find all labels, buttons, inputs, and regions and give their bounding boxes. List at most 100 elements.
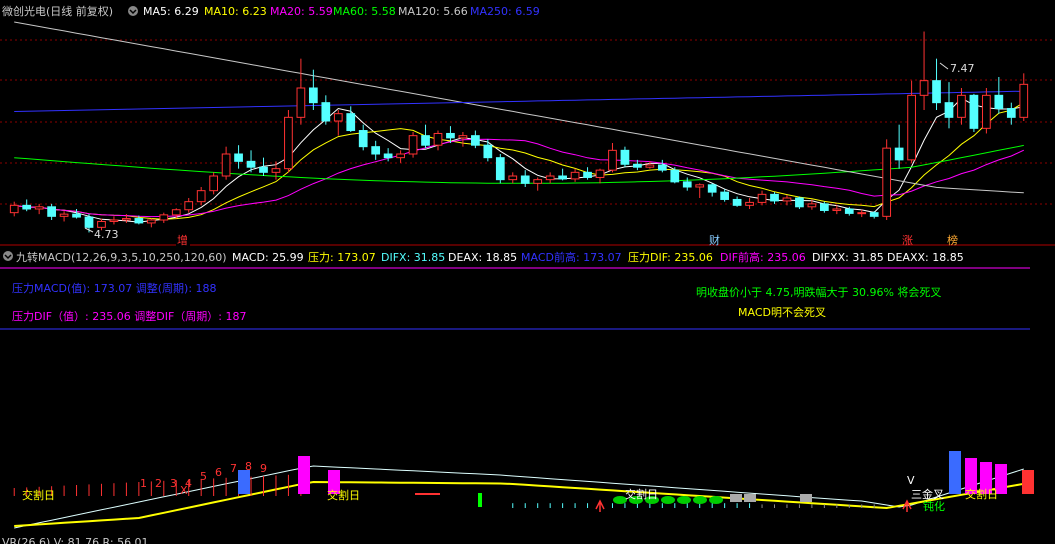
- candle: [159, 212, 169, 223]
- count-digit: 9: [260, 462, 267, 475]
- candle: [795, 196, 804, 209]
- signal-dot: [709, 496, 723, 504]
- candle: [72, 209, 81, 219]
- signal-dot: [677, 496, 691, 504]
- candle: [745, 198, 754, 209]
- candle: [47, 203, 56, 220]
- signal-jiaogeri-1: 交割日: [22, 488, 55, 502]
- candle: [944, 82, 954, 129]
- ma20-label: MA20: 5.59: [270, 5, 333, 18]
- event-tag-bang[interactable]: 榜: [947, 233, 958, 247]
- candle: [994, 77, 1004, 114]
- up-arrow-icon: [595, 499, 605, 512]
- indicator-dropdown-icon[interactable]: [3, 251, 13, 261]
- candle: [321, 95, 331, 125]
- candle: [732, 196, 742, 207]
- candle: [982, 88, 991, 134]
- candle: [695, 183, 705, 198]
- ma250-label: MA250: 6.59: [470, 5, 540, 18]
- ma250-line: [14, 90, 1024, 112]
- note-death-cross: 明收盘价小于 4.75,明跌幅大于 30.96% 将会死叉: [696, 285, 941, 299]
- candle: [508, 172, 518, 184]
- stock-title: 微创光电(日线 前复权): [2, 4, 113, 18]
- candle: [495, 154, 505, 184]
- candle: [358, 124, 368, 151]
- note-macd-no-cross: MACD明不会死叉: [738, 306, 826, 319]
- candle: [682, 177, 692, 191]
- candle: [932, 58, 941, 110]
- candle: [421, 124, 430, 149]
- candle: [259, 157, 268, 176]
- signal-dot: [693, 496, 707, 504]
- indicator-yali-dif: 压力DIF: 235.06: [628, 251, 713, 264]
- candle: [371, 140, 381, 160]
- candles: [9, 31, 1029, 233]
- count-digit: 2: [155, 477, 162, 490]
- signal-dunhua: 钝化: [923, 499, 945, 513]
- candle: [608, 143, 617, 173]
- dropdown-icon[interactable]: [128, 6, 138, 16]
- candle: [882, 139, 892, 220]
- signal-jiaogeri-2: 交割日: [327, 488, 360, 502]
- note-dif-pressure: 压力DIF（值）: 235.06 调整DIF（周期）: 187: [12, 309, 246, 323]
- ma5-label: MA5: 6.29: [143, 5, 199, 18]
- candle: [396, 150, 405, 163]
- macd-column: [949, 451, 961, 494]
- macd-pane: [13, 451, 1034, 529]
- candle: [284, 110, 293, 173]
- candle: [620, 146, 630, 168]
- candle: [919, 31, 929, 110]
- candle: [483, 139, 493, 162]
- candle: [1006, 102, 1016, 125]
- ma20-line: [14, 138, 1025, 218]
- event-tag-zeng[interactable]: 增: [177, 233, 188, 247]
- gray-block: [730, 494, 742, 502]
- signal-v: V: [907, 474, 915, 487]
- count-digit: 3: [170, 477, 177, 490]
- candle: [720, 189, 730, 202]
- indicator-dif-qiangao: DIF前高: 235.06: [720, 250, 806, 264]
- event-tag-zhang[interactable]: 涨: [902, 234, 913, 247]
- dif-line: [14, 465, 1024, 529]
- signal-jiaogeri-3: 交割日: [625, 487, 658, 501]
- indicator-macd-qiangao: MACD前高: 173.07: [521, 250, 622, 264]
- event-tag-cai[interactable]: 财: [709, 233, 720, 247]
- candle: [171, 208, 181, 219]
- candle: [34, 203, 44, 215]
- candle: [894, 124, 904, 169]
- candle: [782, 195, 792, 206]
- candle: [957, 88, 966, 125]
- candle: [520, 170, 530, 187]
- macd-column: [298, 456, 310, 494]
- indicator-name: 九转MACD(12,26,9,3,5,10,250,120,60): [16, 250, 227, 264]
- macd-column: [238, 470, 250, 494]
- note-macd-pressure: 压力MACD(值): 173.07 调整(周期): 188: [12, 281, 217, 295]
- indicator-difx: DIFX: 31.85: [381, 251, 445, 264]
- candle: [196, 187, 206, 206]
- ma120-line: [14, 21, 1024, 194]
- ma10-label: MA10: 6.23: [204, 5, 267, 18]
- count-digit: 1: [140, 477, 147, 490]
- signal-jiaogeri-4: 交割日: [965, 487, 998, 501]
- candle: [59, 211, 69, 222]
- indicator-deax: DEAX: 18.85: [448, 251, 517, 264]
- green-bar: [478, 493, 482, 507]
- candle: [969, 93, 979, 132]
- macd-column: [1022, 470, 1034, 494]
- high-marker: 7.47: [950, 62, 975, 75]
- bottom-indicator: VR(26,6) V: 81.76 R: 56.01: [2, 536, 149, 544]
- count-digit: 7: [230, 462, 237, 475]
- indicator-difxx: DIFXX: 31.85: [812, 251, 884, 264]
- candle: [146, 218, 156, 228]
- candle: [545, 172, 555, 184]
- candle: [22, 199, 32, 212]
- indicator-deaxx: DEAXX: 18.85: [887, 251, 964, 264]
- dea-line: [14, 480, 1024, 527]
- candle: [770, 192, 779, 204]
- ma10-line: [14, 102, 1025, 220]
- up-arrow-icon: [902, 499, 912, 512]
- high-marker-line: [939, 62, 949, 70]
- candle: [583, 167, 592, 180]
- candle: [271, 161, 281, 180]
- candle: [657, 159, 667, 173]
